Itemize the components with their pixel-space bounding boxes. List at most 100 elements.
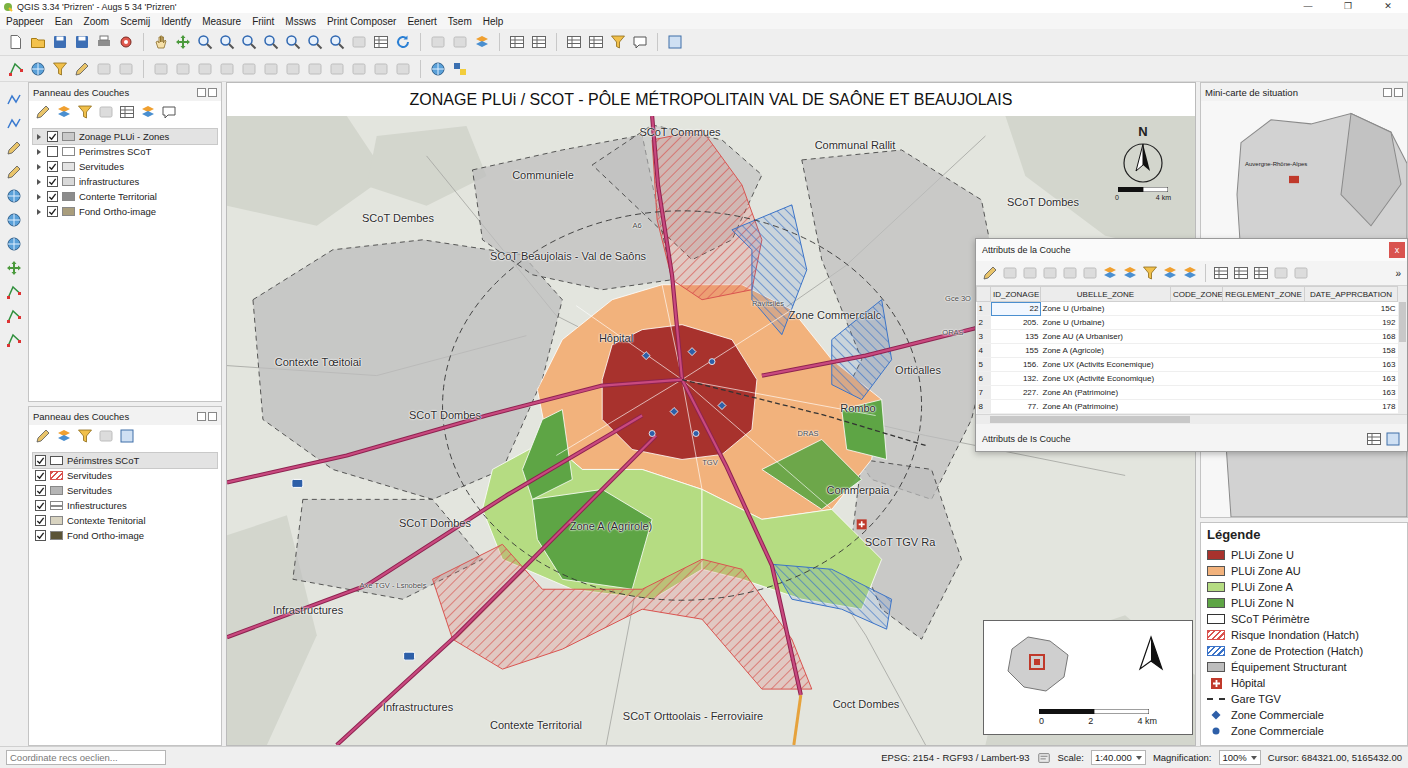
- commercial-zone-marker[interactable]: [709, 359, 715, 365]
- commercial-zone-marker[interactable]: [642, 352, 650, 360]
- pan-icon[interactable]: [6, 260, 22, 276]
- vertical-scrollbar[interactable]: [1398, 286, 1407, 414]
- disk-icon[interactable]: [74, 34, 90, 50]
- horizontal-scrollbar[interactable]: [976, 415, 1407, 424]
- id-cell[interactable]: 77.: [991, 400, 1041, 414]
- coordinate-field[interactable]: Coordinate recs oeclien...: [6, 750, 166, 765]
- dim-icon[interactable]: [373, 61, 389, 77]
- row-number[interactable]: 7: [977, 386, 991, 400]
- id-cell[interactable]: 135: [991, 330, 1041, 344]
- layer-icon[interactable]: [1182, 265, 1198, 281]
- grid-icon[interactable]: [1213, 265, 1229, 281]
- layer-icon[interactable]: [474, 34, 490, 50]
- rule-cell[interactable]: [1223, 302, 1305, 316]
- date-cell[interactable]: 178: [1305, 400, 1398, 414]
- rule-cell[interactable]: [1223, 372, 1305, 386]
- pencil-icon[interactable]: [35, 428, 51, 444]
- code-cell[interactable]: [1171, 330, 1223, 344]
- dim-icon[interactable]: [430, 34, 446, 50]
- expand-icon[interactable]: [37, 194, 41, 200]
- funnel-icon[interactable]: [610, 34, 626, 50]
- layer-row[interactable]: Conterte Territorial: [33, 189, 217, 204]
- dim-icon[interactable]: [118, 61, 134, 77]
- window-control-button[interactable]: —: [1288, 0, 1328, 13]
- date-cell[interactable]: 158: [1305, 344, 1398, 358]
- table-row[interactable]: 6132.Zone UX (Activité Economique)163: [977, 372, 1398, 386]
- row-number[interactable]: 2: [977, 316, 991, 330]
- float-icon[interactable]: [1383, 88, 1392, 97]
- dim-icon[interactable]: [285, 61, 301, 77]
- menu-item[interactable]: Print Composer: [327, 16, 396, 27]
- layer-checkbox[interactable]: [47, 131, 58, 142]
- close-panel-icon[interactable]: [208, 88, 217, 97]
- menu-item[interactable]: Pappeer: [6, 16, 44, 27]
- zoom-icon[interactable]: [329, 34, 345, 50]
- dim-icon[interactable]: [241, 61, 257, 77]
- layer-checkbox[interactable]: [35, 500, 46, 511]
- expand-icon[interactable]: [37, 134, 41, 140]
- id-cell[interactable]: 132.: [991, 372, 1041, 386]
- globe-icon[interactable]: [430, 61, 446, 77]
- commercial-zone-marker[interactable]: [649, 431, 655, 437]
- globe-icon[interactable]: [6, 212, 22, 228]
- menu-item[interactable]: Friint: [252, 16, 274, 27]
- float-icon[interactable]: [197, 88, 206, 97]
- vector-icon[interactable]: [6, 116, 22, 132]
- funnel-icon[interactable]: [1142, 265, 1158, 281]
- table-row[interactable]: 122Zone U (Urbaine)15C: [977, 302, 1398, 316]
- layer-row[interactable]: Perimstres SCoT: [33, 144, 217, 159]
- row-number[interactable]: 6: [977, 372, 991, 386]
- crs-label[interactable]: EPSG: 2154 - RGF93 / Lambert-93: [881, 752, 1029, 763]
- layer-row[interactable]: Fond Ortho-image: [33, 204, 217, 219]
- dim-icon[interactable]: [329, 61, 345, 77]
- dim-icon[interactable]: [351, 34, 367, 50]
- column-header[interactable]: DATE_APPRCBATION: [1305, 287, 1398, 302]
- label-cell[interactable]: Zone UX (Activits Econemique): [1041, 358, 1171, 372]
- dim-icon[interactable]: [395, 61, 411, 77]
- layer-checkbox[interactable]: [47, 176, 58, 187]
- python-icon[interactable]: [452, 61, 468, 77]
- expand-icon[interactable]: [37, 209, 41, 215]
- node-icon[interactable]: [8, 61, 24, 77]
- pencil-icon[interactable]: [74, 61, 90, 77]
- label-cell[interactable]: Zone UX (Activité Economique): [1041, 372, 1171, 386]
- funnel-icon[interactable]: [77, 104, 93, 120]
- comment-icon[interactable]: [632, 34, 648, 50]
- print-icon[interactable]: [96, 34, 112, 50]
- dim-icon[interactable]: [175, 61, 191, 77]
- node-icon[interactable]: [6, 308, 22, 324]
- table-row[interactable]: 877.Zone Ah (Patrimoine)178: [977, 400, 1398, 414]
- layer-checkbox[interactable]: [35, 515, 46, 526]
- frame-icon[interactable]: [119, 428, 135, 444]
- table-row[interactable]: 5156.Zone UX (Activits Econemique)163: [977, 358, 1398, 372]
- grid-icon[interactable]: [1253, 265, 1269, 281]
- layer-row[interactable]: infrastructures: [33, 174, 217, 189]
- grid-icon[interactable]: [509, 34, 525, 50]
- code-cell[interactable]: [1171, 386, 1223, 400]
- row-number[interactable]: 4: [977, 344, 991, 358]
- date-cell[interactable]: 192: [1305, 316, 1398, 330]
- funnel-icon[interactable]: [77, 428, 93, 444]
- globe-icon[interactable]: [6, 236, 22, 252]
- layer-row[interactable]: Infiestructures: [33, 498, 217, 513]
- corner-cell[interactable]: [977, 287, 991, 302]
- flood-risk-hatch[interactable]: [433, 544, 812, 689]
- menu-item[interactable]: Zoom: [84, 16, 110, 27]
- menu-item[interactable]: Measure: [202, 16, 241, 27]
- pencil-icon[interactable]: [35, 104, 51, 120]
- frame-icon[interactable]: [667, 34, 683, 50]
- zoom-icon[interactable]: [285, 34, 301, 50]
- date-cell[interactable]: 163: [1305, 358, 1398, 372]
- window-control-button[interactable]: ✕: [1368, 0, 1408, 13]
- id-cell[interactable]: 205.: [991, 316, 1041, 330]
- label-cell[interactable]: Zone AU (A Urbaniser): [1041, 330, 1171, 344]
- node-icon[interactable]: [6, 332, 22, 348]
- layer-icon[interactable]: [56, 428, 72, 444]
- rule-cell[interactable]: [1223, 386, 1305, 400]
- date-cell[interactable]: 168: [1305, 330, 1398, 344]
- grid-icon[interactable]: [531, 34, 547, 50]
- dim-icon[interactable]: [263, 61, 279, 77]
- commercial-zone-marker[interactable]: [693, 431, 699, 437]
- layer-checkbox[interactable]: [35, 530, 46, 541]
- row-number[interactable]: 8: [977, 400, 991, 414]
